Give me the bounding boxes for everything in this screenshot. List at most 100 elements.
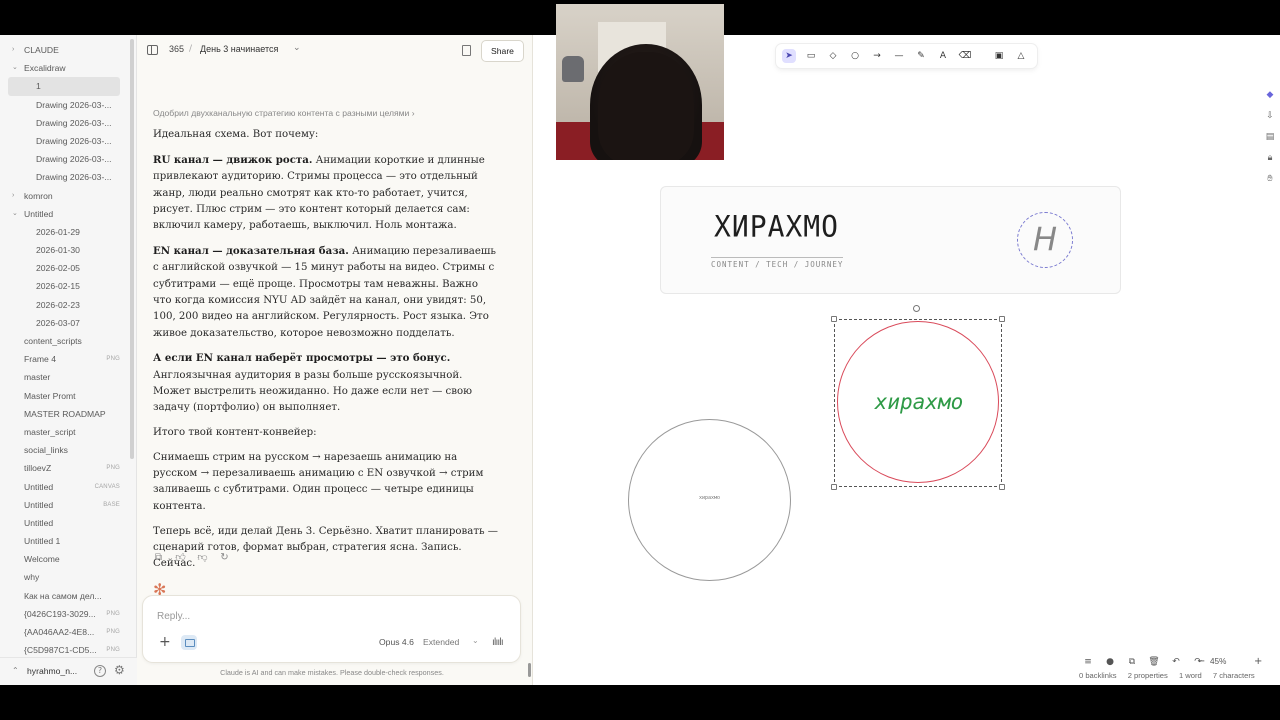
sidebar-file[interactable]: 2026-03-07 xyxy=(0,314,130,332)
backlinks-count[interactable]: 0 backlinks xyxy=(1079,671,1117,680)
sidebar-file[interactable]: 1 xyxy=(8,77,120,96)
sidebar-file[interactable]: Welcome xyxy=(0,550,130,568)
sidebar-folder[interactable]: ⌄ Excalidraw xyxy=(0,59,130,77)
excalidraw-icon[interactable]: ◆ xyxy=(1263,90,1277,111)
eraser-tool-icon[interactable]: ⌫ xyxy=(958,49,972,63)
drawing-toolbar: ➤ ▭ ◇ ○ → — ✎ A ⌫ ▣ △ xyxy=(776,44,1037,68)
chevron-right-icon[interactable]: › xyxy=(12,41,14,59)
sidebar-file[interactable]: Drawing 2026-03-... xyxy=(0,168,130,186)
duplicate-icon[interactable]: ⧉ xyxy=(1121,657,1143,667)
chat-title[interactable]: День 3 начинается xyxy=(200,44,278,54)
thumbs-down-icon[interactable]: 👎︎ xyxy=(197,552,208,563)
sidebar-file[interactable]: Frame 4 PNG xyxy=(0,350,130,368)
palette-icon[interactable]: ● xyxy=(1099,657,1121,667)
sidebar-file[interactable]: why xyxy=(0,568,130,586)
chevron-down-icon[interactable]: ⌄ xyxy=(12,59,18,77)
library-icon[interactable]: ▤ xyxy=(1263,132,1277,153)
trash-icon[interactable]: 🗑︎ xyxy=(1143,657,1165,667)
sidebar-file[interactable]: content_scripts xyxy=(0,332,130,350)
text-tool-icon[interactable]: A xyxy=(936,49,950,63)
document-icon[interactable] xyxy=(462,45,471,56)
model-selector[interactable]: Opus 4.6 xyxy=(379,637,414,647)
resize-handle[interactable] xyxy=(831,316,837,322)
sidebar-folder[interactable]: ⌄ Untitled xyxy=(0,205,130,223)
retry-icon[interactable]: ↻ xyxy=(219,552,230,563)
sidebar-folder[interactable]: › CLAUDE xyxy=(0,41,130,59)
vault-name[interactable]: hyrahmo_n... xyxy=(27,666,77,676)
thumbs-up-icon[interactable]: 👍︎ xyxy=(175,552,186,563)
sidebar-file[interactable]: Drawing 2026-03-... xyxy=(0,132,130,150)
more-tools-icon[interactable]: △ xyxy=(1014,49,1028,63)
sidebar-file[interactable]: 2026-01-29 xyxy=(0,223,130,241)
sidebar-file[interactable]: 2026-02-05 xyxy=(0,259,130,277)
chevron-down-icon[interactable]: ⌄ xyxy=(293,43,301,53)
reply-input[interactable]: Reply... xyxy=(157,611,190,622)
sidebar-file[interactable]: social_links xyxy=(0,441,130,459)
sidebar-file[interactable]: Drawing 2026-03-... xyxy=(0,114,130,132)
sidebar-file[interactable]: Как на самом дел... xyxy=(0,587,130,605)
menu-icon[interactable]: ≡ xyxy=(1077,657,1099,667)
sidebar-file[interactable]: Untitled xyxy=(0,514,130,532)
pencil-tool-icon[interactable]: ✎ xyxy=(914,49,928,63)
sidebar-file[interactable]: master xyxy=(0,368,130,386)
select-tool-icon[interactable]: ➤ xyxy=(782,49,796,63)
file-type-badge: PNG xyxy=(106,610,120,617)
selection-box[interactable] xyxy=(831,316,1005,490)
sidebar-file[interactable]: Drawing 2026-03-... xyxy=(0,150,130,168)
rectangle-tool-icon[interactable]: ▭ xyxy=(804,49,818,63)
chevron-right-icon[interactable]: › xyxy=(12,187,14,205)
sidebar-file[interactable]: 2026-02-15 xyxy=(0,277,130,295)
sidebar-file[interactable]: master_script xyxy=(0,423,130,441)
sidebar-file[interactable]: Untitled BASE xyxy=(0,496,130,514)
sidebar-file[interactable]: Master Promt xyxy=(0,387,130,405)
export-icon[interactable]: ⇩ xyxy=(1263,111,1277,132)
project-name[interactable]: 365 xyxy=(169,44,184,54)
sidebar-file[interactable]: MASTER ROADMAP xyxy=(0,405,130,423)
thinking-summary[interactable]: Одобрил двухканальную стратегию контента… xyxy=(153,105,498,121)
sidebar-file[interactable]: 2026-01-30 xyxy=(0,241,130,259)
resize-handle[interactable] xyxy=(831,484,837,490)
sidebar-scrollbar[interactable] xyxy=(130,39,134,459)
diamond-tool-icon[interactable]: ◇ xyxy=(826,49,840,63)
undo-icon[interactable]: ↶ xyxy=(1165,657,1187,667)
properties-count[interactable]: 2 properties xyxy=(1128,671,1168,680)
voice-icon[interactable]: ılıılı xyxy=(492,637,504,648)
hand-icon[interactable]: ✋︎ xyxy=(1263,174,1277,195)
zoom-level[interactable]: 45% xyxy=(1210,657,1226,666)
rotation-handle[interactable] xyxy=(913,305,920,312)
image-tool-icon[interactable]: ▣ xyxy=(992,49,1006,63)
logo-circle[interactable]: H xyxy=(1017,212,1073,268)
chevron-updown-icon[interactable]: ⌃ xyxy=(12,666,19,675)
zoom-out-button[interactable]: − xyxy=(1197,656,1205,667)
line-tool-icon[interactable]: — xyxy=(892,49,906,63)
help-icon[interactable]: ? xyxy=(94,665,106,677)
chevron-down-icon[interactable]: ⌄ xyxy=(12,205,18,223)
small-text-circle[interactable]: хирахмо xyxy=(628,419,791,581)
chat-scrollbar[interactable] xyxy=(528,663,531,677)
plus-icon[interactable]: + xyxy=(159,635,171,649)
vault-switcher[interactable]: ⌃ hyrahmo_n... ? ⚙ xyxy=(0,657,137,685)
sidebar-folder[interactable]: › komron xyxy=(0,187,130,205)
resize-handle[interactable] xyxy=(999,484,1005,490)
share-button[interactable]: Share xyxy=(481,40,524,62)
tools-icon[interactable] xyxy=(181,635,197,650)
mode-selector[interactable]: Extended xyxy=(423,637,459,647)
chevron-down-icon[interactable]: ⌄ xyxy=(472,636,479,645)
ellipse-tool-icon[interactable]: ○ xyxy=(848,49,862,63)
zoom-in-button[interactable]: + xyxy=(1254,656,1262,667)
sidebar-file[interactable]: tilloevZ PNG xyxy=(0,459,130,477)
sidebar-toggle-icon[interactable] xyxy=(147,45,158,55)
resize-handle[interactable] xyxy=(999,316,1005,322)
gear-icon[interactable]: ⚙ xyxy=(114,663,125,677)
reply-composer[interactable]: Reply... + Opus 4.6 Extended ⌄ ılıılı xyxy=(142,595,521,663)
sidebar-file[interactable]: Drawing 2026-03-... xyxy=(0,96,130,114)
sidebar-file[interactable]: Untitled CANVAS xyxy=(0,478,130,496)
sidebar-file[interactable]: Untitled 1 xyxy=(0,532,130,550)
sidebar-file[interactable]: 2026-02-23 xyxy=(0,296,130,314)
arrow-tool-icon[interactable]: → xyxy=(870,49,884,63)
sidebar-file[interactable]: {0426C193-3029... PNG xyxy=(0,605,130,623)
brand-banner[interactable]: ХИРАХМО CONTENT / TECH / JOURNEY H xyxy=(660,186,1121,294)
copy-icon[interactable]: ⧉ xyxy=(153,552,164,563)
sidebar-file[interactable]: {AA046AA2-4E8... PNG xyxy=(0,623,130,641)
lock-icon[interactable]: 🔒︎ xyxy=(1263,153,1277,174)
